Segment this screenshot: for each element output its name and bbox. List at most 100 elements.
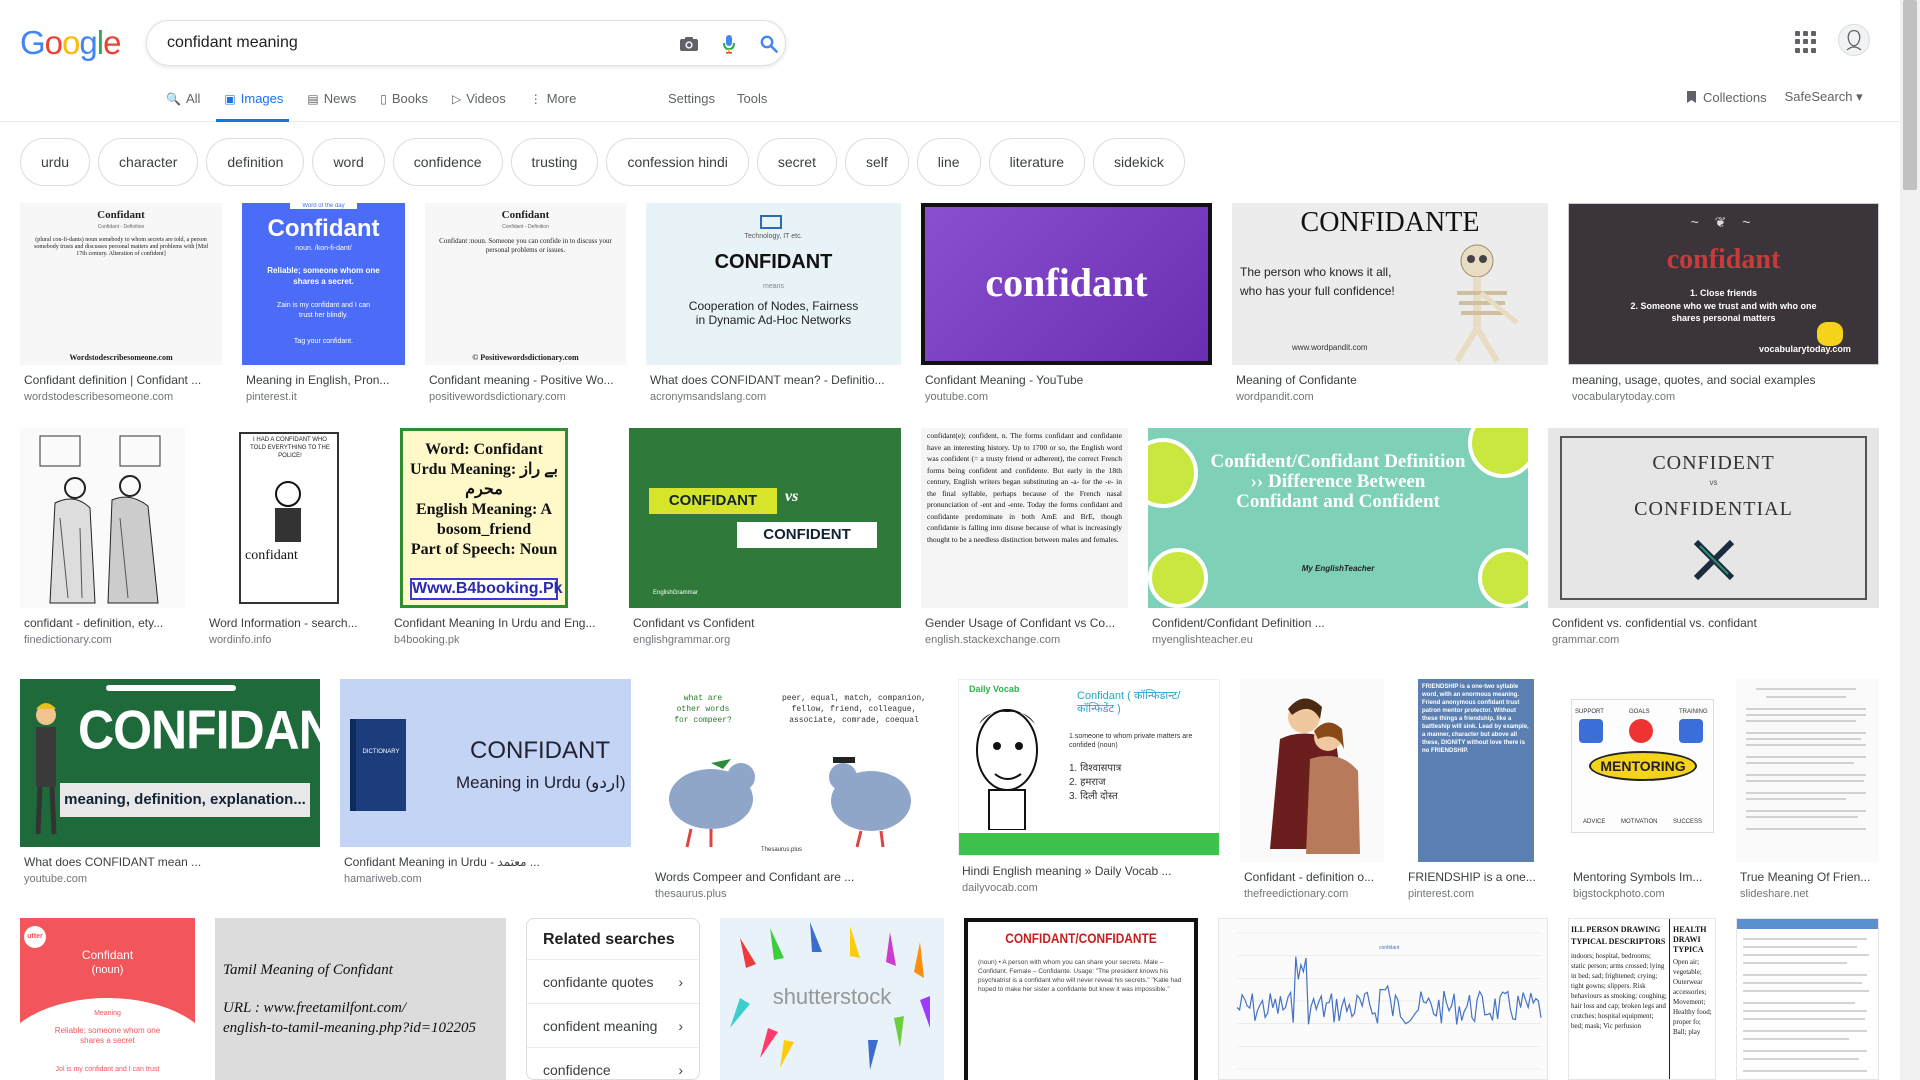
tab-news[interactable]: ▤ News: [307, 86, 366, 122]
result-source[interactable]: grammar.com: [1548, 634, 1879, 646]
related-search-item[interactable]: confidence ›: [527, 1047, 699, 1079]
result-caption[interactable]: Confidant Meaning In Urdu and Eng...: [390, 616, 600, 630]
camera-icon[interactable]: [677, 33, 701, 55]
result-caption[interactable]: Confidant Meaning in Urdu - معتمد ...: [340, 855, 631, 869]
result-source[interactable]: myenglishteacher.eu: [1148, 634, 1528, 646]
tab-books[interactable]: ▯ Books: [380, 86, 438, 122]
tab-all[interactable]: 🔍 All: [166, 86, 210, 122]
result-source[interactable]: wordpandit.com: [1232, 391, 1548, 403]
result-caption[interactable]: Confident vs. confidential vs. confidant: [1548, 616, 1879, 630]
image-result[interactable]: utter Confidant (noun) Meaning Reliable;…: [20, 918, 195, 1080]
chip-character[interactable]: character: [98, 138, 199, 186]
chip-urdu[interactable]: urdu: [20, 138, 91, 186]
result-source[interactable]: wordstodescribesomeone.com: [20, 391, 222, 403]
image-result[interactable]: CONFIDANT meaning, definition, explanati…: [20, 679, 320, 885]
result-caption[interactable]: Confidant vs Confident: [629, 616, 901, 630]
chip-self[interactable]: self: [844, 138, 909, 186]
image-result[interactable]: Word: Confidant Urdu Meaning: بے راز محر…: [390, 428, 600, 646]
result-source[interactable]: dailyvocab.com: [958, 882, 1220, 894]
result-source[interactable]: english.stackexchange.com: [921, 634, 1128, 646]
result-caption[interactable]: Confidant - definition o...: [1240, 870, 1384, 884]
image-result[interactable]: Word of the day Confidant noun. /kon-fi-…: [242, 203, 405, 403]
result-source[interactable]: b4booking.pk: [390, 634, 600, 646]
result-caption[interactable]: True Meaning Of Frien...: [1736, 870, 1879, 884]
google-logo[interactable]: Google: [20, 24, 121, 62]
tab-videos[interactable]: ▷ Videos: [452, 86, 516, 122]
avatar[interactable]: [1838, 24, 1870, 56]
result-source[interactable]: hamariweb.com: [340, 873, 631, 885]
result-caption[interactable]: confidant - definition, ety...: [20, 616, 185, 630]
result-caption[interactable]: Confidant meaning - Positive Wo...: [425, 373, 626, 387]
result-caption[interactable]: Meaning in English, Pron...: [242, 373, 405, 387]
microphone-icon[interactable]: [717, 33, 741, 55]
result-source[interactable]: bigstockphoto.com: [1569, 888, 1716, 900]
page-scrollbar[interactable]: [1900, 0, 1920, 1080]
chip-line[interactable]: line: [916, 138, 981, 186]
tab-more[interactable]: ⋮ More: [530, 86, 587, 122]
image-result[interactable]: shutterstock: [720, 918, 944, 1080]
result-source[interactable]: slideshare.net: [1736, 888, 1879, 900]
chip-definition[interactable]: definition: [206, 138, 305, 186]
chip-literature[interactable]: literature: [988, 138, 1086, 186]
result-caption[interactable]: Meaning of Confidante: [1232, 373, 1548, 387]
image-result[interactable]: DICTIONARY CONFIDANT Meaning in Urdu (ار…: [340, 679, 631, 885]
result-source[interactable]: vocabularytoday.com: [1568, 391, 1879, 403]
tools-link[interactable]: Tools: [737, 91, 767, 106]
result-caption[interactable]: meaning, usage, quotes, and social examp…: [1568, 373, 1879, 387]
result-caption[interactable]: Confidant definition | Confidant ...: [20, 373, 222, 387]
result-source[interactable]: wordinfo.info: [205, 634, 370, 646]
result-caption[interactable]: Confidant Meaning - YouTube: [921, 373, 1212, 387]
search-input[interactable]: [167, 31, 647, 55]
result-source[interactable]: pinterest.com: [1404, 888, 1549, 900]
result-source[interactable]: pinterest.it: [242, 391, 405, 403]
image-result[interactable]: ~ ❦ ~ confidant 1. Close friends 2. Some…: [1568, 203, 1879, 403]
image-result[interactable]: Confident/Confidant Definition ›› Differ…: [1148, 428, 1528, 646]
result-caption[interactable]: FRIENDSHIP is a one...: [1404, 870, 1549, 884]
safesearch-dropdown[interactable]: SafeSearch ▾: [1785, 89, 1863, 105]
image-result[interactable]: CONFIDENT vs CONFIDENTIAL Confident vs. …: [1548, 428, 1879, 646]
image-result[interactable]: what are other words for compeer? peer, …: [651, 679, 938, 900]
image-result[interactable]: [1736, 918, 1879, 1080]
result-source[interactable]: finedictionary.com: [20, 634, 185, 646]
image-result[interactable]: I HAD A CONFIDANT WHO TOLD EVERYTHING TO…: [205, 428, 370, 646]
image-result[interactable]: Confidant - definition o... thefreedicti…: [1240, 679, 1384, 900]
search-icon[interactable]: [757, 33, 781, 55]
result-source[interactable]: youtube.com: [20, 873, 320, 885]
result-caption[interactable]: Hindi English meaning » Daily Vocab ...: [958, 864, 1220, 878]
image-result[interactable]: Technology, IT etc. CONFIDANT means Coop…: [646, 203, 901, 403]
settings-link[interactable]: Settings: [668, 91, 715, 106]
image-result[interactable]: confidant(e); confident, n. The forms co…: [921, 428, 1128, 646]
result-caption[interactable]: Confident/Confidant Definition ...: [1148, 616, 1528, 630]
image-result[interactable]: FRIENDSHIP is a one-two syllable word, w…: [1404, 679, 1549, 900]
image-result[interactable]: CONFIDANTE The person who knows it all, …: [1232, 203, 1548, 403]
result-caption[interactable]: Word Information - search...: [205, 616, 370, 630]
image-result[interactable]: confidant - definition, ety... finedicti…: [20, 428, 185, 646]
related-search-item[interactable]: confidante quotes ›: [527, 959, 699, 1003]
image-result[interactable]: ILL PERSON DRAWING TYPICAL DESCRIPTORS i…: [1568, 918, 1716, 1080]
apps-grid-icon[interactable]: [1795, 31, 1817, 53]
image-result[interactable]: CONFIDANT/CONFIDANTE (noun) • A person w…: [964, 918, 1198, 1080]
result-source[interactable]: englishgrammar.org: [629, 634, 901, 646]
result-source[interactable]: acronymsandslang.com: [646, 391, 901, 403]
result-caption[interactable]: What does CONFIDANT mean? - Definitio...: [646, 373, 901, 387]
result-source[interactable]: thesaurus.plus: [651, 888, 938, 900]
image-result[interactable]: Confidant Confidant - Definition (plural…: [20, 203, 222, 403]
chip-secret[interactable]: secret: [756, 138, 837, 186]
chip-word[interactable]: word: [312, 138, 385, 186]
result-source[interactable]: positivewordsdictionary.com: [425, 391, 626, 403]
image-result[interactable]: Daily Vocab Confidant ( कॉन्फिडान्ट/कॉन्…: [958, 679, 1220, 894]
image-result[interactable]: CONFIDANT vs CONFIDENT EnglishGrammar Co…: [629, 428, 901, 646]
image-result[interactable]: Confidant Confidant - Definition Confida…: [425, 203, 626, 403]
tab-images[interactable]: ▣ Images: [216, 86, 293, 122]
result-caption[interactable]: Mentoring Symbols Im...: [1569, 870, 1716, 884]
image-result[interactable]: confidant Confidant Meaning - YouTube yo…: [921, 203, 1212, 403]
image-result[interactable]: True Meaning Of Frien... slideshare.net: [1736, 679, 1879, 900]
chip-sidekick[interactable]: sidekick: [1093, 138, 1185, 186]
related-search-item[interactable]: confident meaning ›: [527, 1003, 699, 1047]
scrollbar-thumb[interactable]: [1903, 0, 1917, 190]
image-result[interactable]: Tamil Meaning of Confidant URL : www.fre…: [215, 918, 506, 1080]
image-result[interactable]: confidant: [1218, 918, 1548, 1080]
chip-confidence[interactable]: confidence: [392, 138, 503, 186]
chip-confession-hindi[interactable]: confession hindi: [606, 138, 749, 186]
collections-link[interactable]: Collections: [1686, 89, 1767, 105]
